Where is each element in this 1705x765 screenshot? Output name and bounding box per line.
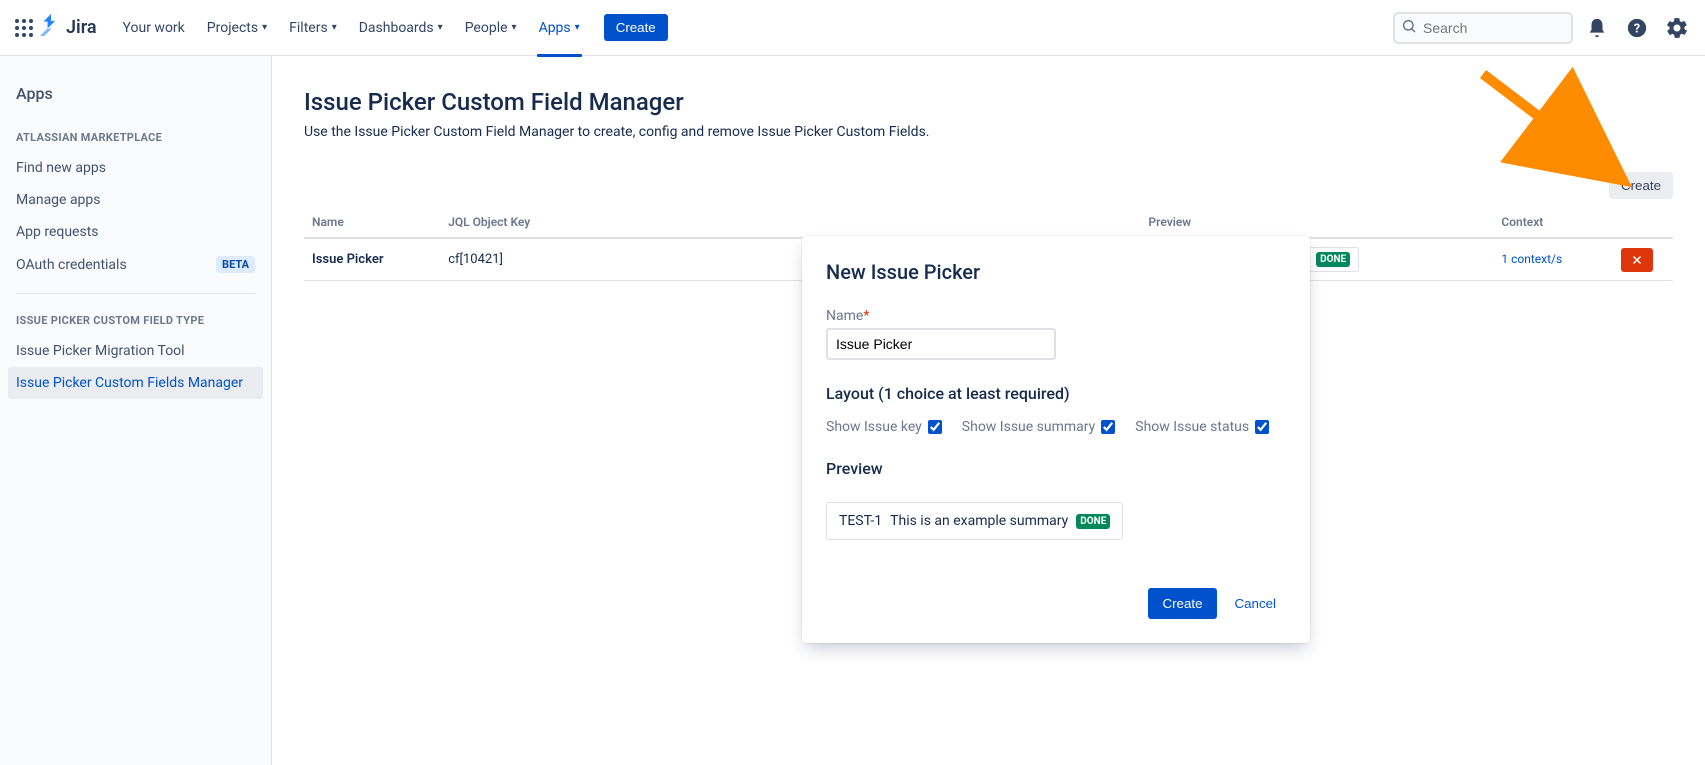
page-title: Issue Picker Custom Field Manager bbox=[304, 88, 1673, 116]
th-preview: Preview bbox=[1140, 207, 1493, 238]
th-context: Context bbox=[1493, 207, 1613, 238]
sidebar-item-oauth[interactable]: OAuth credentials BETA bbox=[8, 248, 263, 281]
nav-people[interactable]: People▾ bbox=[455, 12, 527, 44]
sidebar-section-marketplace: Atlassian Marketplace bbox=[8, 123, 263, 152]
help-icon[interactable]: ? bbox=[1621, 12, 1653, 44]
beta-badge: BETA bbox=[216, 256, 255, 273]
status-badge: DONE bbox=[1316, 252, 1350, 267]
divider bbox=[16, 293, 255, 294]
nav-dashboards[interactable]: Dashboards▾ bbox=[349, 12, 453, 44]
app-switcher-icon[interactable] bbox=[12, 16, 36, 40]
jira-icon bbox=[40, 14, 62, 41]
nav-items: Your work Projects▾ Filters▾ Dashboards▾… bbox=[113, 12, 668, 44]
dialog-title: New Issue Picker bbox=[826, 260, 1286, 284]
top-navigation: Jira Your work Projects▾ Filters▾ Dashbo… bbox=[0, 0, 1705, 56]
delete-button[interactable] bbox=[1621, 248, 1653, 272]
dialog-cancel-button[interactable]: Cancel bbox=[1225, 588, 1287, 619]
dialog-create-button[interactable]: Create bbox=[1148, 588, 1216, 619]
sidebar-item-app-requests[interactable]: App requests bbox=[8, 216, 263, 248]
preview-box: TEST-1 This is an example summary DONE bbox=[826, 502, 1123, 540]
sidebar-title: Apps bbox=[8, 76, 263, 111]
checkbox-status[interactable]: Show Issue status bbox=[1135, 419, 1269, 435]
th-jql: JQL Object Key bbox=[440, 207, 593, 238]
preview-key: TEST-1 bbox=[839, 513, 882, 529]
checkbox-status-input[interactable] bbox=[1255, 420, 1269, 434]
create-button[interactable]: Create bbox=[604, 14, 668, 41]
nav-projects[interactable]: Projects▾ bbox=[197, 12, 277, 44]
cell-jql: cf[10421] bbox=[440, 238, 593, 281]
preview-summary: This is an example summary bbox=[890, 513, 1068, 529]
new-issue-picker-dialog: New Issue Picker Name* Layout (1 choice … bbox=[802, 236, 1310, 643]
sidebar-item-fields-manager[interactable]: Issue Picker Custom Fields Manager bbox=[8, 367, 263, 399]
name-label: Name* bbox=[826, 308, 1286, 324]
notifications-icon[interactable] bbox=[1581, 12, 1613, 44]
sidebar-item-find-apps[interactable]: Find new apps bbox=[8, 152, 263, 184]
search-icon bbox=[1401, 18, 1417, 38]
jira-logo[interactable]: Jira bbox=[40, 14, 97, 41]
search-input[interactable] bbox=[1393, 12, 1573, 44]
sidebar: Apps Atlassian Marketplace Find new apps… bbox=[0, 56, 272, 765]
checkbox-summary-input[interactable] bbox=[1101, 420, 1115, 434]
sidebar-item-manage-apps[interactable]: Manage apps bbox=[8, 184, 263, 216]
brand-text: Jira bbox=[66, 17, 97, 38]
settings-icon[interactable] bbox=[1661, 12, 1693, 44]
chevron-down-icon: ▾ bbox=[332, 22, 337, 33]
svg-text:?: ? bbox=[1634, 21, 1640, 36]
nav-filters[interactable]: Filters▾ bbox=[279, 12, 347, 44]
checkbox-key[interactable]: Show Issue key bbox=[826, 419, 942, 435]
status-badge: DONE bbox=[1076, 514, 1110, 529]
main-content: Issue Picker Custom Field Manager Use th… bbox=[272, 56, 1705, 765]
page-description: Use the Issue Picker Custom Field Manage… bbox=[304, 124, 1673, 140]
cell-name: Issue Picker bbox=[304, 238, 440, 281]
checkbox-summary[interactable]: Show Issue summary bbox=[962, 419, 1115, 435]
checkbox-key-input[interactable] bbox=[928, 420, 942, 434]
chevron-down-icon: ▾ bbox=[512, 22, 517, 33]
chevron-down-icon: ▾ bbox=[262, 22, 267, 33]
close-icon bbox=[1631, 254, 1643, 266]
nav-your-work[interactable]: Your work bbox=[113, 12, 195, 44]
preview-heading: Preview bbox=[826, 459, 1286, 478]
chevron-down-icon: ▾ bbox=[575, 22, 580, 33]
th-name: Name bbox=[304, 207, 440, 238]
context-link[interactable]: 1 context/s bbox=[1501, 252, 1562, 266]
sidebar-section-picker: Issue Picker Custom Field Type bbox=[8, 306, 263, 335]
search-box bbox=[1393, 12, 1573, 44]
sidebar-item-migration[interactable]: Issue Picker Migration Tool bbox=[8, 335, 263, 367]
layout-heading: Layout (1 choice at least required) bbox=[826, 384, 1286, 403]
chevron-down-icon: ▾ bbox=[438, 22, 443, 33]
nav-right: ? bbox=[1393, 12, 1693, 44]
nav-apps[interactable]: Apps▾ bbox=[529, 12, 590, 44]
page-create-button[interactable]: Create bbox=[1609, 172, 1673, 199]
name-input[interactable] bbox=[826, 328, 1056, 360]
